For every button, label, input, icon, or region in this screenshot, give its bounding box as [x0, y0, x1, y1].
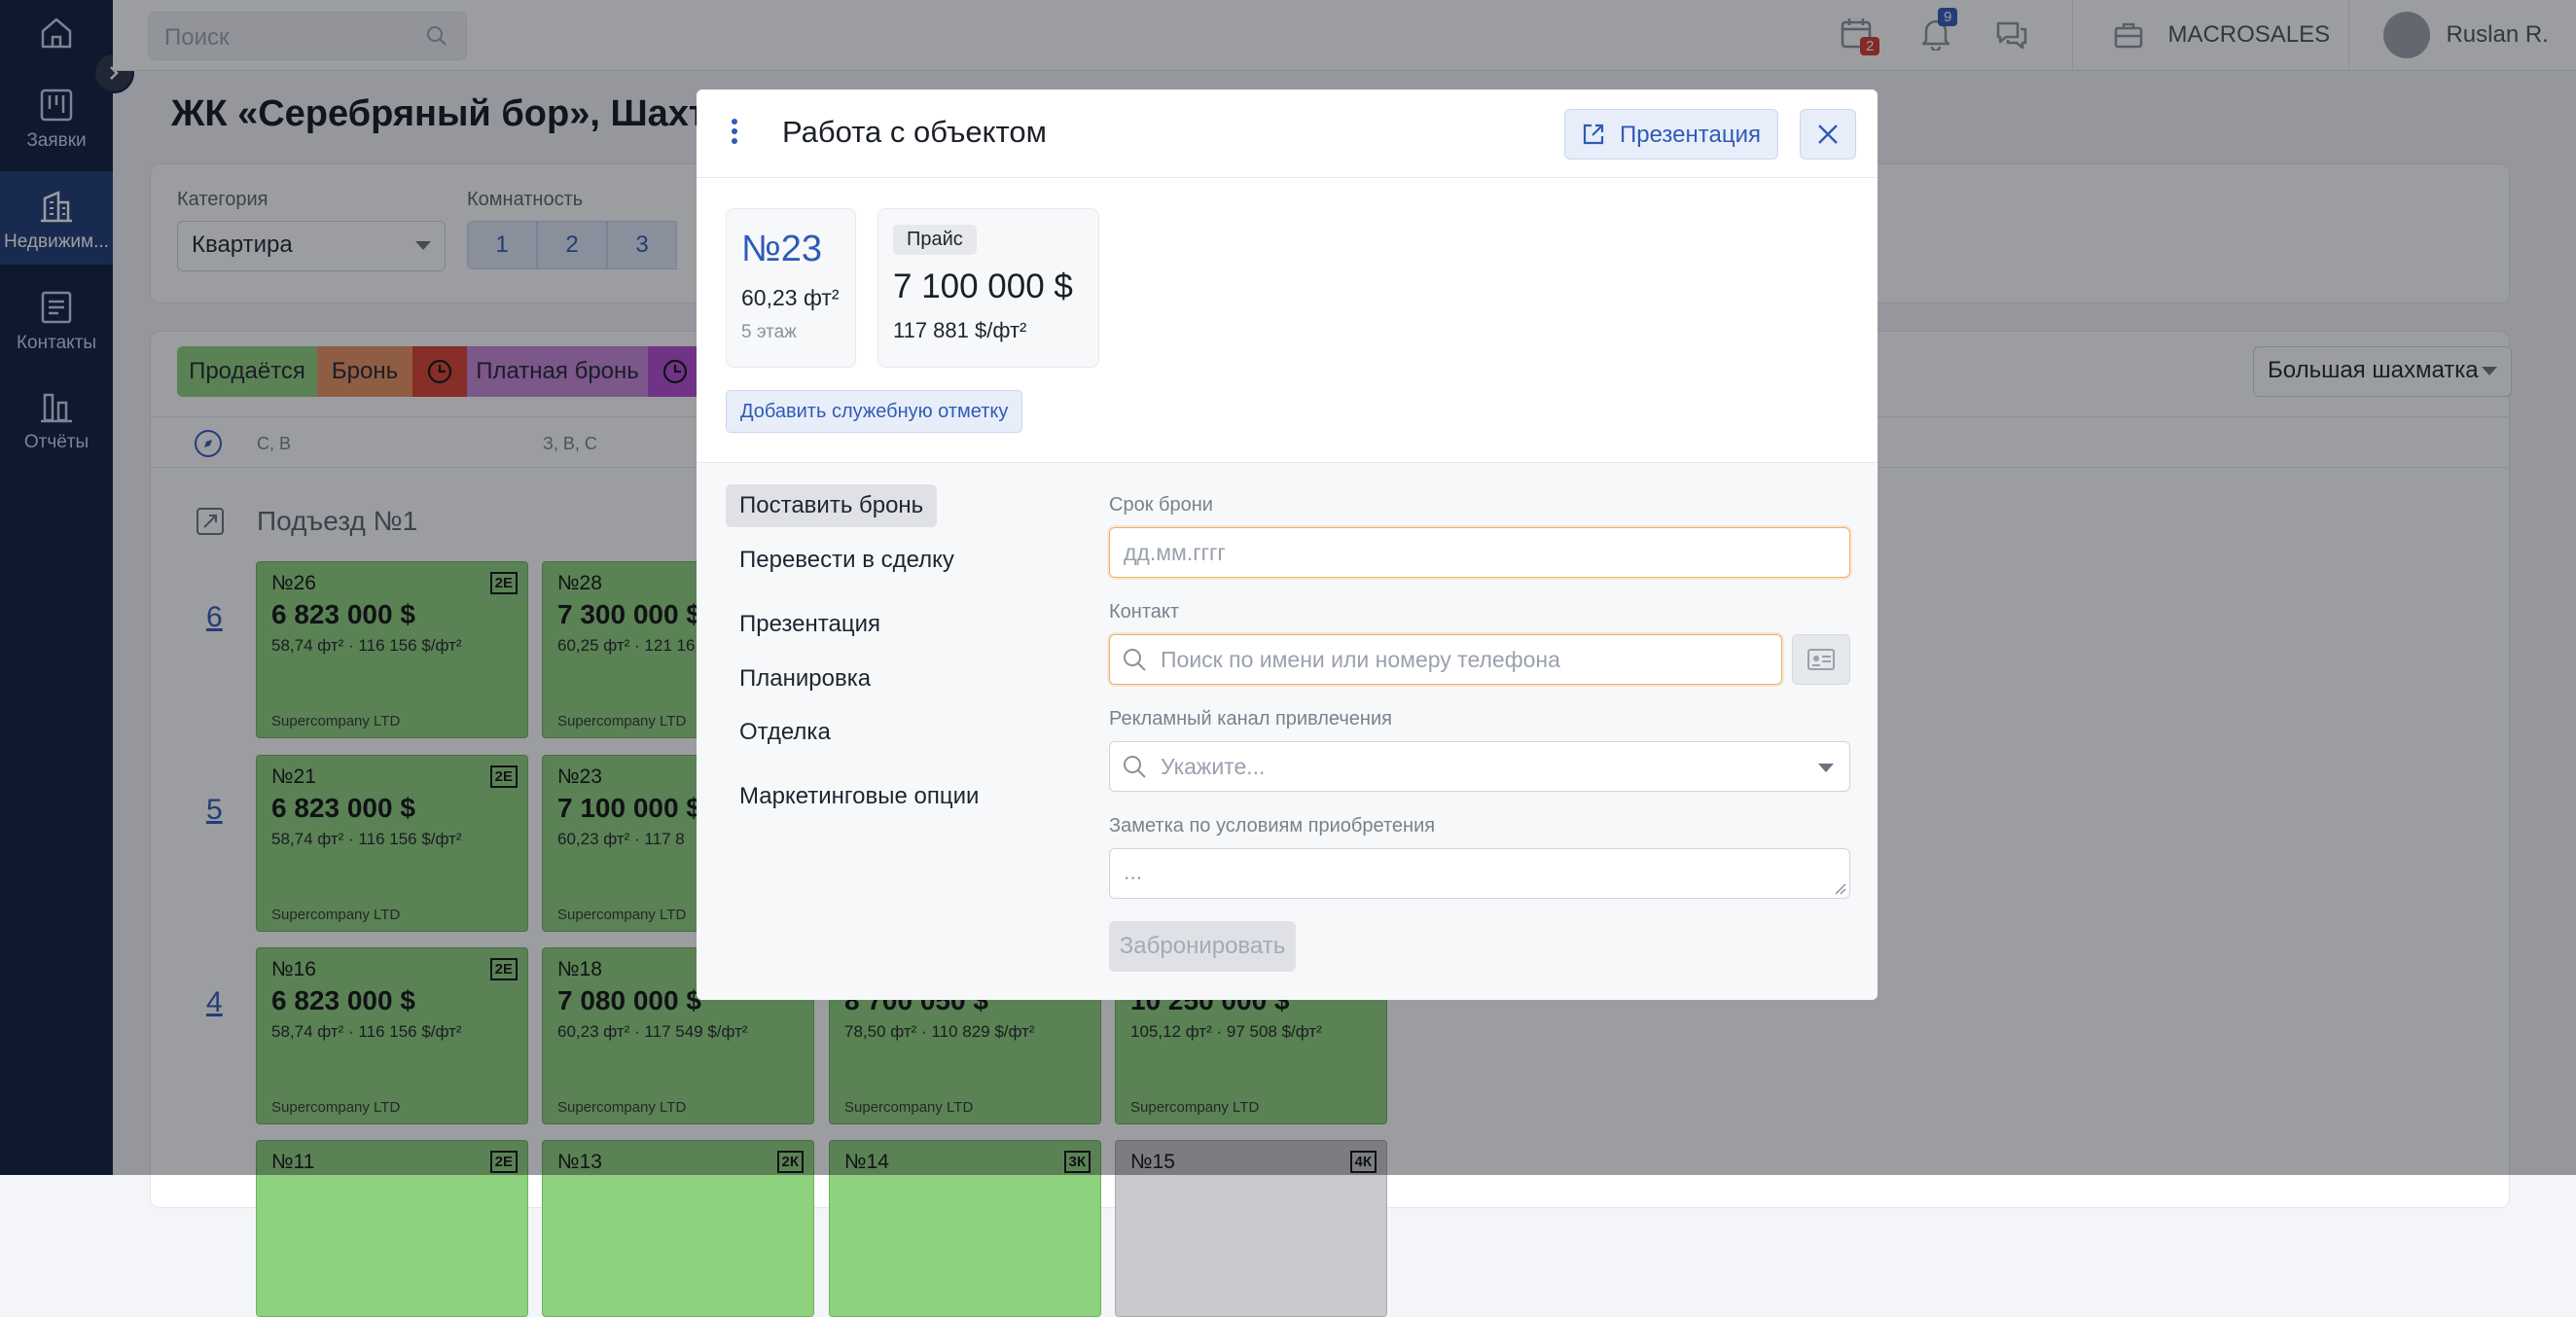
- contact-placeholder: Поиск по имени или номеру телефона: [1161, 647, 1560, 672]
- menu-to-deal[interactable]: Перевести в сделку: [726, 539, 968, 582]
- resize-handle-icon[interactable]: [1834, 882, 1847, 896]
- menu-finishing[interactable]: Отделка: [726, 711, 844, 754]
- channel-select[interactable]: Укажите...: [1109, 741, 1850, 792]
- term-placeholder: дд.мм.гггг: [1124, 540, 1226, 565]
- menu-book[interactable]: Поставить бронь: [726, 484, 938, 527]
- unit-number: №23: [741, 229, 823, 269]
- presentation-button-label: Презентация: [1620, 122, 1761, 148]
- unit-info: №23 60,23 фт² 5 этаж: [726, 208, 856, 368]
- book-button[interactable]: Забронировать: [1109, 921, 1296, 972]
- unit-area: 60,23 фт²: [741, 285, 840, 310]
- price-per-unit: 117 881 $/фт²: [893, 318, 1027, 342]
- modal-header: Работа с объектом Презентация: [697, 89, 1878, 178]
- contact-card-button[interactable]: [1792, 634, 1850, 685]
- close-button[interactable]: [1800, 109, 1856, 160]
- search-icon: [1124, 756, 1146, 778]
- channel-placeholder: Укажите...: [1161, 754, 1266, 779]
- note-placeholder: ...: [1124, 859, 1143, 884]
- search-icon: [1124, 649, 1146, 671]
- contact-label: Контакт: [1109, 601, 1180, 623]
- external-link-icon: [1583, 124, 1604, 145]
- menu-marketing[interactable]: Маркетинговые опции: [726, 775, 992, 818]
- price-info: Прайс 7 100 000 $ 117 881 $/фт²: [877, 208, 1099, 368]
- close-icon: [1818, 125, 1838, 144]
- price-value: 7 100 000 $: [893, 267, 1073, 305]
- term-label: Срок брони: [1109, 494, 1213, 516]
- modal-title: Работа с объектом: [782, 115, 1047, 149]
- menu-presentation[interactable]: Презентация: [726, 603, 894, 646]
- object-modal: Работа с объектом Презентация №23 60,23 …: [697, 89, 1878, 1000]
- contact-search-input[interactable]: Поиск по имени или номеру телефона: [1109, 634, 1782, 685]
- presentation-button[interactable]: Презентация: [1564, 109, 1778, 160]
- note-textarea[interactable]: ...: [1109, 848, 1850, 899]
- term-input[interactable]: дд.мм.гггг: [1109, 527, 1850, 578]
- id-card-icon: [1807, 649, 1835, 670]
- price-tag: Прайс: [893, 225, 977, 255]
- chevron-down-icon: [1818, 764, 1834, 772]
- add-service-note-button[interactable]: Добавить служебную отметку: [726, 390, 1023, 433]
- kebab-menu-icon[interactable]: [732, 119, 739, 148]
- channel-label: Рекламный канал привлечения: [1109, 708, 1392, 730]
- note-label: Заметка по условиям приобретения: [1109, 815, 1436, 836]
- menu-layout[interactable]: Планировка: [726, 658, 884, 700]
- unit-floor: 5 этаж: [741, 322, 797, 342]
